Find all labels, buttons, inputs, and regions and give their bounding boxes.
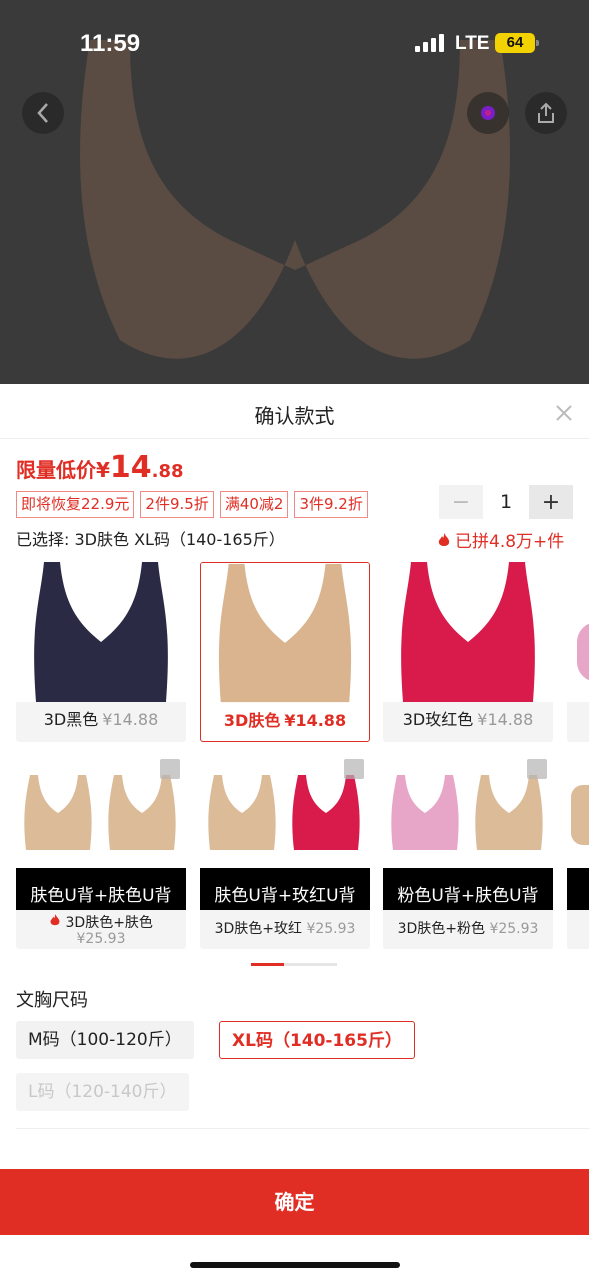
variant-image xyxy=(16,562,186,702)
variant-label: 3D黑色 ¥14.88 xyxy=(16,706,186,730)
close-icon[interactable] xyxy=(553,402,575,424)
expand-icon[interactable] xyxy=(344,759,364,779)
size-option-l[interactable]: L码（120-140斤） xyxy=(16,1073,189,1111)
variant-label: 3D玫红色 ¥14.88 xyxy=(383,706,553,730)
chevron-left-icon xyxy=(37,103,48,123)
bundle-name: 3D肤色+玫红 xyxy=(214,921,302,937)
selected-variant-text: 已选择: 3D肤色 XL码（140-165斤） xyxy=(16,530,285,549)
divider xyxy=(16,1128,589,1129)
bundle-card[interactable]: 粉色U背+肤色U背 3D肤色+粉色 ¥25.93 xyxy=(383,755,553,949)
back-button[interactable] xyxy=(22,92,64,134)
network-label: LTE xyxy=(455,33,490,54)
fire-icon xyxy=(438,532,450,546)
price-integer: 14 xyxy=(109,450,152,485)
size-option-m[interactable]: M码（100-120斤） xyxy=(16,1021,194,1059)
battery-icon: 64 xyxy=(495,33,539,53)
promo-tag: 满40减2 xyxy=(219,491,289,518)
bundle-card[interactable]: 肤色U背+肤色U背 3D肤色+肤色 ¥25.93 xyxy=(16,755,186,949)
home-indicator xyxy=(190,1262,400,1268)
bundle-name: 3D肤色+粉色 xyxy=(397,921,485,937)
price-currency: ¥ xyxy=(96,458,110,482)
bundle-price: ¥25.93 xyxy=(489,921,539,937)
bundle-label: 3D肤色+肤色 ¥25.93 xyxy=(16,913,186,947)
promo-tag: 即将恢复22.9元 xyxy=(16,491,135,518)
share-icon xyxy=(538,102,554,123)
divider xyxy=(0,438,589,439)
decrease-button[interactable]: − xyxy=(439,485,483,519)
variant-grid: 3D黑色 ¥14.88 3D肤色 ¥14.88 3D玫红色 ¥14.88 肤色U背+肤… xyxy=(0,562,589,962)
variant-card-partial[interactable] xyxy=(567,562,589,742)
share-button[interactable] xyxy=(525,92,567,134)
increase-button[interactable]: + xyxy=(529,485,573,519)
bundle-name: 3D肤色+肤色 xyxy=(65,915,153,931)
variant-name: 3D黑色 xyxy=(43,710,99,729)
signal-icon xyxy=(415,34,444,52)
variant-card[interactable]: 3D玫红色 ¥14.88 xyxy=(383,562,553,742)
bundle-price: ¥25.93 xyxy=(76,931,126,947)
sheet-title: 确认款式 xyxy=(254,404,335,428)
size-section-title: 文胸尺码 xyxy=(16,990,88,1011)
bundle-banner-partial xyxy=(567,868,589,910)
status-bar: 11:59 LTE 64 xyxy=(0,0,589,88)
variant-image xyxy=(383,562,553,702)
variant-label: 3D肤色 ¥14.88 xyxy=(201,707,369,731)
product-photo xyxy=(80,40,510,359)
quantity-value[interactable]: 1 xyxy=(483,491,529,513)
bundle-banner: 肤色U背+肤色U背 xyxy=(16,868,186,910)
variant-name: 3D玫红色 xyxy=(402,710,474,729)
carousel-indicator xyxy=(251,963,337,966)
status-time: 11:59 xyxy=(80,30,141,57)
bundle-label: 3D肤色+玫红 ¥25.93 xyxy=(200,921,370,937)
bundle-card-partial[interactable] xyxy=(567,755,589,949)
quantity-stepper: − 1 + xyxy=(439,485,573,519)
variant-price: ¥14.88 xyxy=(284,711,347,730)
variant-card[interactable]: 3D黑色 ¥14.88 xyxy=(16,562,186,742)
bundle-banner: 肤色U背+玫红U背 xyxy=(200,868,370,910)
promo-tags: 即将恢复22.9元 2件9.5折 满40减2 3件9.2折 xyxy=(16,491,368,518)
variant-card-selected[interactable]: 3D肤色 ¥14.88 xyxy=(200,562,370,742)
sold-count: 已拼4.8万+件 xyxy=(437,527,564,552)
bundle-card[interactable]: 肤色U背+玫红U背 3D肤色+玫红 ¥25.93 xyxy=(200,755,370,949)
variant-name: 3D肤色 xyxy=(223,711,281,730)
variant-price: ¥14.88 xyxy=(477,710,534,729)
favorite-icon xyxy=(481,106,495,120)
size-option-xl[interactable]: XL码（140-165斤） xyxy=(219,1021,415,1059)
confirm-button[interactable]: 确定 xyxy=(0,1169,589,1235)
bundle-price: ¥25.93 xyxy=(306,921,356,937)
variant-price: ¥14.88 xyxy=(102,710,159,729)
favorite-button[interactable] xyxy=(467,92,509,134)
variant-image xyxy=(201,563,369,703)
promo-tag: 2件9.5折 xyxy=(140,491,214,518)
expand-icon[interactable] xyxy=(527,759,547,779)
price-label: 限量低价 xyxy=(16,458,96,482)
price-decimal: .88 xyxy=(151,461,184,482)
sku-sheet: 确认款式 限量低价 ¥ 14 .88 即将恢复22.9元 2件9.5折 满40减… xyxy=(0,384,589,1280)
fire-icon xyxy=(50,914,60,926)
promo-tag: 3件9.2折 xyxy=(294,491,368,518)
variant-image xyxy=(567,562,589,702)
sold-text: 已拼4.8万+件 xyxy=(455,532,565,552)
price: 限量低价 ¥ 14 .88 xyxy=(16,450,184,485)
bundle-label: 3D肤色+粉色 ¥25.93 xyxy=(383,921,553,937)
bundle-banner: 粉色U背+肤色U背 xyxy=(383,868,553,910)
expand-icon[interactable] xyxy=(160,759,180,779)
